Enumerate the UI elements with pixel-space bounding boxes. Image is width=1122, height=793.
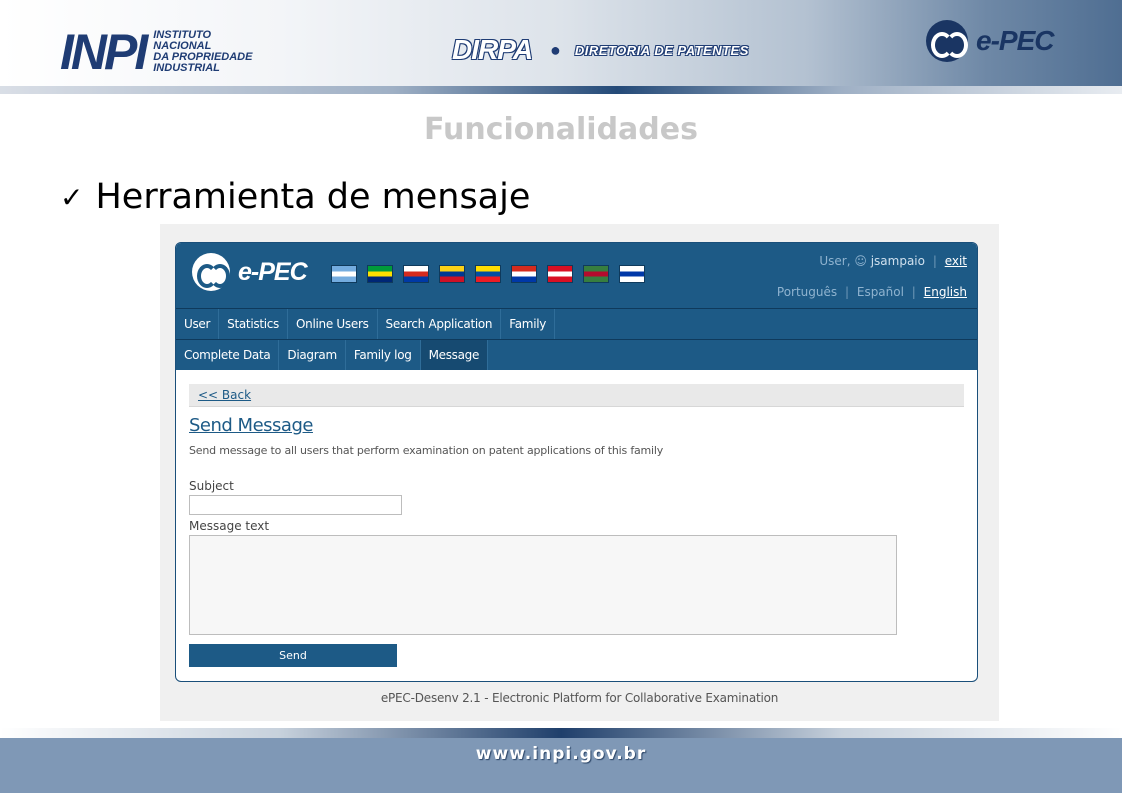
primary-nav: User Statistics Online Users Search Appl…	[176, 308, 977, 339]
app-brand: e-PEC	[238, 257, 308, 286]
page-description: Send message to all users that perform e…	[189, 444, 664, 457]
tab-complete-data[interactable]: Complete Data	[176, 340, 280, 370]
tab-family-log[interactable]: Family log	[346, 340, 421, 370]
footer-divider	[0, 728, 1122, 738]
user-icon: ☺	[854, 254, 867, 268]
app-logo[interactable]: e-PEC	[192, 253, 308, 291]
language-selector: Português | Español | English	[777, 285, 967, 299]
tab-message[interactable]: Message	[420, 340, 489, 370]
epec-wordmark: e-PEC	[976, 25, 1054, 56]
username: jsampaio	[870, 254, 925, 268]
secondary-nav: Complete Data Diagram Family log Message	[176, 339, 977, 370]
tab-diagram[interactable]: Diagram	[279, 340, 346, 370]
epec-emblem-icon	[192, 253, 230, 291]
inpi-line-4: INDUSTRIAL	[153, 62, 220, 74]
website-url[interactable]: www.inpi.gov.br	[0, 744, 1122, 764]
lang-spanish[interactable]: Español	[857, 285, 904, 299]
lang-portuguese[interactable]: Português	[777, 285, 837, 299]
flag-suriname-icon[interactable]	[583, 265, 609, 283]
bullet-text: Herramienta de mensaje	[95, 177, 531, 217]
flag-ecuador-icon[interactable]	[475, 265, 501, 283]
separator: |	[911, 285, 916, 299]
flag-paraguay-icon[interactable]	[511, 265, 537, 283]
main-content: << Back Send Message Send message to all…	[176, 370, 977, 667]
inpi-logo-text: INSTITUTO NACIONAL DA PROPRIEDADE INDUST…	[153, 30, 252, 74]
epec-logo-header: e-PEC	[926, 20, 1054, 62]
separator: |	[844, 285, 850, 299]
dirpa-mark: DIRPA	[452, 34, 533, 65]
slide-header: INPI INSTITUTO NACIONAL DA PROPRIEDADE I…	[0, 0, 1122, 94]
nav-online-users[interactable]: Online Users	[288, 309, 378, 339]
inpi-logo: INPI INSTITUTO NACIONAL DA PROPRIEDADE I…	[60, 24, 252, 80]
exit-link[interactable]: exit	[945, 254, 967, 268]
inpi-logo-mark: INPI	[60, 24, 148, 80]
dirpa-logo: DIRPA ● DIRETORIA DE PATENTES	[452, 34, 749, 66]
nav-search-application[interactable]: Search Application	[378, 309, 502, 339]
back-bar: << Back	[189, 384, 964, 407]
subject-label: Subject	[189, 479, 234, 493]
dirpa-subtitle: DIRETORIA DE PATENTES	[574, 42, 749, 58]
send-button[interactable]: Send	[189, 644, 397, 667]
slide-footer: www.inpi.gov.br	[0, 728, 1122, 793]
back-link[interactable]: << Back	[198, 388, 251, 402]
checkmark-icon: ✓	[60, 180, 84, 214]
flag-argentina-icon[interactable]	[331, 265, 357, 283]
flag-colombia-icon[interactable]	[439, 265, 465, 283]
nav-family[interactable]: Family	[501, 309, 556, 339]
nav-user[interactable]: User	[176, 309, 220, 339]
slide-title: Funcionalidades	[424, 112, 698, 147]
app-screenshot: e-PEC User, ☺ jsampaio | exit Português …	[160, 224, 999, 721]
subject-input[interactable]	[189, 495, 402, 515]
flag-peru-icon[interactable]	[547, 265, 573, 283]
epec-app-window: e-PEC User, ☺ jsampaio | exit Português …	[175, 242, 978, 682]
flag-brazil-icon[interactable]	[367, 265, 393, 283]
epec-emblem-icon	[926, 20, 968, 62]
nav-statistics[interactable]: Statistics	[219, 309, 289, 339]
flag-chile-icon[interactable]	[403, 265, 429, 283]
header-divider	[0, 86, 1122, 94]
lang-english[interactable]: English	[924, 285, 967, 299]
page-title: Send Message	[189, 415, 313, 436]
user-prefix: User,	[819, 254, 851, 268]
bullet-dot-icon: ●	[550, 39, 561, 60]
app-header: e-PEC User, ☺ jsampaio | exit Português …	[176, 243, 977, 308]
app-footer: ePEC-Desenv 2.1 - Electronic Platform fo…	[380, 691, 779, 705]
separator: |	[932, 254, 937, 268]
slide-bullet: ✓ Herramienta de mensaje	[60, 177, 530, 217]
message-label: Message text	[189, 519, 270, 533]
flag-uruguay-icon[interactable]	[619, 265, 645, 283]
user-info: User, ☺ jsampaio | exit	[819, 254, 967, 268]
country-flags	[331, 265, 655, 283]
message-textarea[interactable]	[189, 535, 897, 635]
